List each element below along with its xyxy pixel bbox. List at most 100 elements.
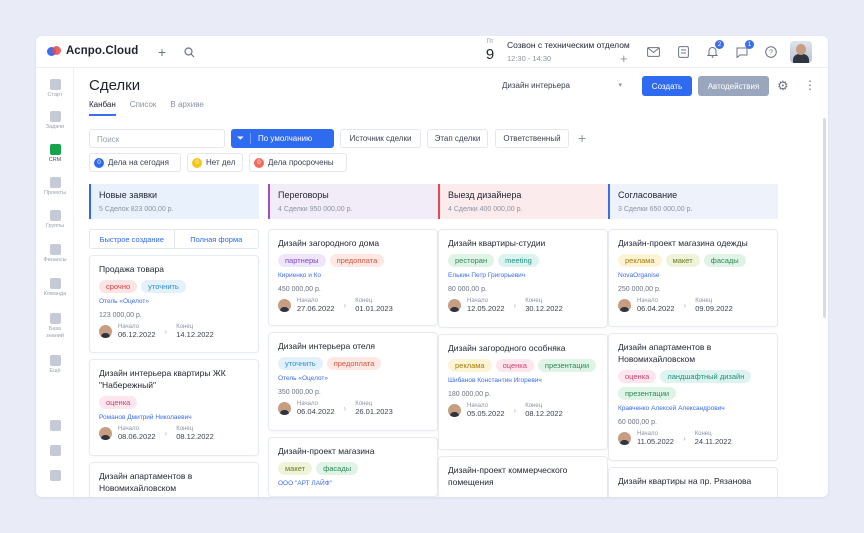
plus-icon[interactable]: + <box>154 44 170 60</box>
date-day: 9 <box>485 46 495 63</box>
sidebar-extra-1[interactable] <box>36 420 74 431</box>
deal-card[interactable]: Дизайн квартиры на пр. Рязанова <box>608 467 778 497</box>
deal-card[interactable]: Дизайн загородного особняка реклама оценка… <box>438 334 608 450</box>
scrollbar[interactable] <box>823 118 826 318</box>
date-weekday: Пт <box>486 39 494 45</box>
tag[interactable]: реклама <box>618 254 662 267</box>
sidebar-item-more[interactable]: Ещё <box>36 355 74 374</box>
start-date-value: 06.04.2022 <box>297 407 335 416</box>
deal-card[interactable]: Дизайн-проект магазина макет фасады ООО "АР… <box>268 437 438 497</box>
sidebar-extra-3[interactable] <box>36 470 74 481</box>
deal-card[interactable]: Дизайн интерьера квартиры ЖК "Набережный… <box>89 359 259 456</box>
tab-archive[interactable]: В архиве <box>170 100 203 116</box>
sidebar-item-start[interactable]: Старт <box>36 79 74 98</box>
filter-source[interactable]: Источник сделки <box>340 129 421 148</box>
responsible-avatar[interactable] <box>448 299 461 312</box>
tag[interactable]: макет <box>665 254 700 267</box>
tag[interactable]: предоплата <box>329 254 385 267</box>
create-button[interactable]: Создать <box>642 76 692 96</box>
sidebar-label: Ещё <box>49 368 61 374</box>
tag[interactable]: уточнить <box>278 357 323 370</box>
deal-dates: Начало 06.12.2022 › Конец 14.12.2022 <box>99 324 249 339</box>
gear-icon[interactable]: ⚙ <box>777 78 789 94</box>
tag[interactable]: фасады <box>316 462 359 475</box>
tab-kanban[interactable]: Канбан <box>89 100 116 116</box>
search-input[interactable]: Поиск <box>89 129 225 148</box>
deal-card[interactable]: Дизайн апартаментов в Новомихайловском оц… <box>608 333 778 461</box>
filter-preset-button[interactable]: ⏷ По умолчанию <box>231 129 334 148</box>
page-title: Сделки <box>89 77 141 94</box>
tag[interactable]: реклама <box>448 359 492 372</box>
tag[interactable]: презентации <box>537 359 597 372</box>
deal-card[interactable]: Дизайн загородного дома партнеры предоплат… <box>268 229 438 326</box>
help-icon[interactable]: ? <box>763 44 779 60</box>
sidebar-item-crm[interactable]: CRM <box>36 144 74 163</box>
start-date: Начало 27.06.2022 <box>297 298 335 313</box>
sidebar-item-team[interactable]: Команда <box>36 278 74 297</box>
tag[interactable]: оценка <box>618 370 657 383</box>
responsible-avatar[interactable] <box>278 299 291 312</box>
deal-card[interactable]: Дизайн интерьера отеля уточнить предоплата… <box>268 332 438 431</box>
bell-icon[interactable]: 2 <box>704 40 724 60</box>
funnel-select[interactable]: Дизайн интерьера ▾ <box>502 81 622 90</box>
column-header[interactable]: Новые заявки 5 Сделок 823 000,00 р. <box>89 184 259 219</box>
calendar-date[interactable]: Пт 9 <box>483 39 497 63</box>
end-date-value: 08.12.2022 <box>525 409 563 418</box>
tag[interactable]: оценка <box>495 359 534 372</box>
filter-stage[interactable]: Этап сделки <box>427 129 488 148</box>
tag[interactable]: предоплата <box>326 357 382 370</box>
add-event-icon[interactable]: + <box>620 51 628 66</box>
deal-card[interactable]: Дизайн апартаментов в Новомихайловском <box>89 462 259 497</box>
sidebar-item-projects[interactable]: Проекты <box>36 177 74 196</box>
add-filter-icon[interactable]: + <box>578 130 586 146</box>
automation-button[interactable]: Автодействия <box>698 76 769 96</box>
deal-client-link: Романов Дмитрий Николаевич <box>99 414 192 421</box>
responsible-avatar[interactable] <box>99 325 112 338</box>
responsible-avatar[interactable] <box>99 427 112 440</box>
column-header[interactable]: Согласование 3 Сделки 650 000,00 р. <box>608 184 778 219</box>
quick-filter-overdue[interactable]: 0 Дела просрочены <box>249 153 347 172</box>
chevron-right-icon: › <box>513 301 517 310</box>
tag[interactable]: ландшафтный дизайн <box>660 370 752 383</box>
quick-filter-no-tasks[interactable]: 0 Нет дел <box>187 153 243 172</box>
column-header[interactable]: Выезд дизайнера 4 Сделки 400 000,00 р. <box>438 184 608 219</box>
logo[interactable]: Аспро.Cloud <box>47 45 138 57</box>
sidebar-extra-2[interactable] <box>36 445 74 456</box>
quick-filter-today[interactable]: 0 Дела на сегодня <box>89 153 181 172</box>
deal-card[interactable]: Дизайн-проект магазина одежды реклама маке… <box>608 229 778 327</box>
upcoming-event[interactable]: Созвон с техническим отделом 12:30 - 14:… <box>507 40 630 63</box>
tab-list[interactable]: Список <box>130 100 157 116</box>
responsible-avatar[interactable] <box>618 432 631 445</box>
search-icon[interactable] <box>181 44 197 60</box>
deal-card[interactable]: Дизайн квартиры-студии ресторан meeting Ель… <box>438 229 608 328</box>
responsible-avatar[interactable] <box>278 402 291 415</box>
end-date: Конец 08.12.2022 <box>525 403 563 418</box>
tag[interactable]: срочно <box>99 280 138 293</box>
tag[interactable]: оценка <box>99 396 138 409</box>
tag[interactable]: уточнить <box>141 280 186 293</box>
user-avatar[interactable] <box>790 41 812 63</box>
mail-icon[interactable] <box>645 44 661 60</box>
deal-card[interactable]: Продажа товара срочно уточнить Отель «Оцело… <box>89 255 259 353</box>
deal-card[interactable]: Дизайн-проект коммерческого помещения <box>438 456 608 497</box>
column-header[interactable]: Переговоры 4 Сделки 950 000,00 р. <box>268 184 438 219</box>
tag[interactable]: презентации <box>618 387 677 400</box>
quick-create-button[interactable]: Быстрое создание <box>90 230 175 248</box>
responsible-avatar[interactable] <box>448 404 461 417</box>
filter-responsible[interactable]: Ответственный <box>495 129 569 148</box>
tag[interactable]: meeting <box>498 254 539 267</box>
tag[interactable]: макет <box>278 462 313 475</box>
responsible-avatar[interactable] <box>618 299 631 312</box>
more-vertical-icon[interactable]: ⋮ <box>804 78 816 92</box>
sidebar-item-knowledge[interactable]: База знаний <box>36 313 74 340</box>
chat-icon[interactable]: 1 <box>734 40 754 60</box>
document-icon[interactable] <box>675 44 691 60</box>
sidebar-item-finance[interactable]: Финансы <box>36 244 74 263</box>
sidebar-item-tasks[interactable]: Задачи <box>36 111 74 130</box>
tag[interactable]: партнеры <box>278 254 326 267</box>
tag[interactable]: фасады <box>703 254 746 267</box>
deal-client-link: Кравченко Алексей Александрович <box>618 405 725 412</box>
tag[interactable]: ресторан <box>448 254 495 267</box>
full-form-button[interactable]: Полная форма <box>175 230 259 248</box>
sidebar-item-groups[interactable]: Группы <box>36 210 74 229</box>
